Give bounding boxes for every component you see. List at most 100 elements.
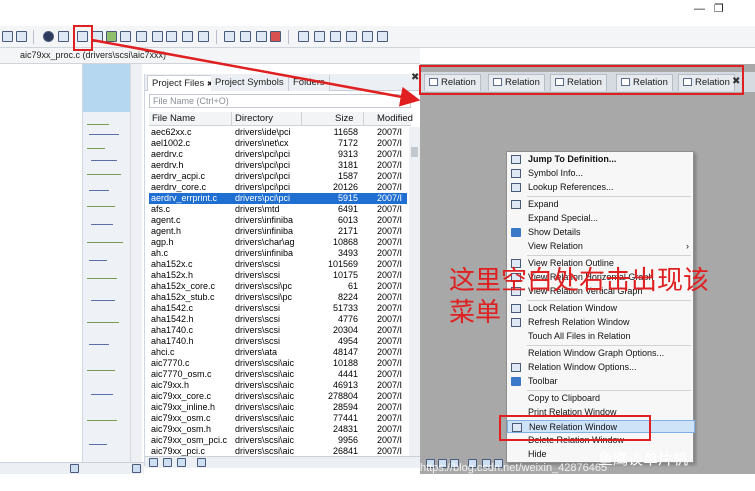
table-row[interactable]: aha152x.h drivers\scsi 10175 2007/I: [149, 270, 407, 281]
editor-pane[interactable]: [0, 64, 82, 466]
gear-icon[interactable]: [197, 458, 206, 467]
symbol-window-icon[interactable]: [58, 31, 69, 42]
editor-scrollbar[interactable]: [130, 64, 142, 466]
table-row[interactable]: aerdrv_acpi.c drivers\pci\pci 1587 2007/I: [149, 171, 407, 182]
scrollbar-thumb[interactable]: [411, 147, 418, 157]
table-row[interactable]: aic79xx_core.c drivers\scsi\aic 278804 2007…: [149, 391, 407, 402]
menu-item-symbol-info[interactable]: Symbol Info...: [507, 167, 695, 180]
table-row[interactable]: aerdrv_core.c drivers\pci\pci 20126 2007/I: [149, 182, 407, 193]
table-row[interactable]: aha1542.c drivers\scsi 51733 2007/I: [149, 303, 407, 314]
settings-icon[interactable]: [149, 458, 158, 467]
overview-thumbnail[interactable]: [82, 64, 130, 466]
directory-cell: drivers\pci\pci: [235, 182, 291, 192]
indent-icon[interactable]: [224, 31, 235, 42]
table-row[interactable]: aha152x_core.c drivers\scsi\pc 61 2007/I: [149, 281, 407, 292]
table-row[interactable]: aha152x.c drivers\scsi 101569 2007/I: [149, 259, 407, 270]
overview-viewport[interactable]: [83, 64, 130, 112]
menu-item-lookup-references[interactable]: Lookup References...: [507, 181, 695, 194]
file-tab[interactable]: aic79xx_proc.c (drivers\scsi\aic7xxx): [20, 50, 166, 60]
table-row[interactable]: afs.c drivers\mtd 6491 2007/I: [149, 204, 407, 215]
layout-icon[interactable]: [152, 31, 163, 42]
align-c-icon[interactable]: [330, 31, 341, 42]
table-row[interactable]: aha1740.h drivers\scsi 4954 2007/I: [149, 336, 407, 347]
table-row[interactable]: aic7770_osm.c drivers\scsi\aic 4441 2007/I: [149, 369, 407, 380]
tab-project-symbols[interactable]: Project Symbols: [211, 75, 289, 91]
minimize-button[interactable]: —: [694, 2, 705, 16]
menu-item-expand[interactable]: Expand: [507, 198, 695, 211]
delete-icon[interactable]: [270, 31, 281, 42]
menu-item-label: Show Details: [528, 227, 581, 237]
folder-icon[interactable]: [177, 458, 186, 467]
table-row[interactable]: aha152x_stub.c drivers\scsi\pc 8224 2007/I: [149, 292, 407, 303]
modified-cell: 2007/I: [377, 171, 403, 181]
outdent-icon[interactable]: [240, 31, 251, 42]
file-list-scrollbar[interactable]: [409, 127, 420, 457]
refresh-icon[interactable]: [163, 458, 172, 467]
table-row[interactable]: ah.c drivers\infiniba 3493 2007/I: [149, 248, 407, 259]
table-row[interactable]: agent.c drivers\infiniba 6013 2007/I: [149, 215, 407, 226]
table-row[interactable]: aic79xx_osm.c drivers\scsi\aic 77441 2007/I: [149, 413, 407, 424]
column-file-name[interactable]: File Name: [152, 113, 195, 124]
menu-item-expand-special[interactable]: Expand Special...: [507, 212, 695, 225]
annotation-text: 这里空白处右击出现该菜单: [449, 266, 710, 328]
menu-item-view-relation[interactable]: View Relation ›: [507, 240, 695, 253]
tab-folders[interactable]: Folders: [289, 75, 330, 91]
align-f-icon[interactable]: [377, 31, 388, 42]
window-list-icon[interactable]: [2, 31, 13, 42]
next-icon[interactable]: [132, 464, 141, 473]
table-row[interactable]: aic79xx_osm_pci.c drivers\scsi\aic 9956 200…: [149, 435, 407, 446]
directory-cell: drivers\scsi: [235, 259, 281, 269]
table-row[interactable]: aic79xx_osm.h drivers\scsi\aic 24831 2007/I: [149, 424, 407, 435]
tab-project-files[interactable]: Project Files ✖: [147, 75, 218, 91]
search-results-icon[interactable]: [182, 31, 193, 42]
table-row[interactable]: ahci.c drivers\ata 48147 2007/I: [149, 347, 407, 358]
grid-icon[interactable]: [70, 464, 79, 473]
menu-item-jump-to-definition[interactable]: Jump To Definition...: [507, 153, 695, 166]
directory-cell: drivers\scsi: [235, 270, 281, 280]
browse-icon[interactable]: [106, 31, 117, 42]
menu-item-toolbar[interactable]: Toolbar: [507, 375, 695, 388]
table-row[interactable]: aha1542.h drivers\scsi 4776 2007/I: [149, 314, 407, 325]
table-row[interactable]: ael1002.c drivers\net\cx 7172 2007/I: [149, 138, 407, 149]
project-bottom-bar: [145, 456, 421, 468]
modified-cell: 2007/I: [377, 402, 403, 412]
window-tile-icon[interactable]: [16, 31, 27, 42]
project-icon[interactable]: [43, 31, 54, 42]
clip-window-icon[interactable]: [120, 31, 131, 42]
menu-item-copy-to-clipboard[interactable]: Copy to Clipboard: [507, 392, 695, 405]
table-row[interactable]: aerdrv.c drivers\pci\pci 9313 2007/I: [149, 149, 407, 160]
menu-item-touch-all-files-in-relation[interactable]: Touch All Files in Relation: [507, 330, 695, 343]
align-b-icon[interactable]: [314, 31, 325, 42]
table-row[interactable]: aic79xx_inline.h drivers\scsi\aic 28594 200…: [149, 402, 407, 413]
menu-item-relation-window-options[interactable]: Relation Window Options...: [507, 361, 695, 374]
menu-item-label: Relation Window Graph Options...: [528, 348, 665, 358]
column-size[interactable]: Size: [335, 113, 353, 124]
grid-icon[interactable]: [198, 31, 209, 42]
table-row[interactable]: aic7770.c drivers\scsi\aic 10188 2007/I: [149, 358, 407, 369]
directory-cell: drivers\infiniba: [235, 248, 294, 258]
menu-item-show-details[interactable]: Show Details: [507, 226, 695, 239]
file-name-filter-input[interactable]: File Name (Ctrl+O): [149, 94, 411, 108]
table-row[interactable]: aha1740.c drivers\scsi 20304 2007/I: [149, 325, 407, 336]
column-modified[interactable]: Modified: [377, 113, 413, 124]
table-row[interactable]: aec62xx.c drivers\ide\pci 11658 2007/I: [149, 127, 407, 138]
align-d-icon[interactable]: [346, 31, 357, 42]
align-e-icon[interactable]: [362, 31, 373, 42]
modified-cell: 2007/I: [377, 127, 403, 137]
watermark: https://blog.csdn.net/weixin_42876465: [420, 462, 608, 474]
tools-icon[interactable]: [166, 31, 177, 42]
align-a-icon[interactable]: [298, 31, 309, 42]
table-row[interactable]: aerdrv_errprint.c drivers\pci\pci 5915 2007…: [149, 193, 407, 204]
column-directory[interactable]: Directory: [235, 113, 273, 124]
file-name-cell: ahci.c: [151, 347, 175, 357]
menu-item-label: Touch All Files in Relation: [528, 331, 631, 341]
table-row[interactable]: aerdrv.h drivers\pci\pci 3181 2007/I: [149, 160, 407, 171]
table-row[interactable]: agent.h drivers\infiniba 2171 2007/I: [149, 226, 407, 237]
restore-button[interactable]: ❐: [714, 2, 724, 16]
document-icon[interactable]: [136, 31, 147, 42]
context-window-icon[interactable]: [92, 31, 103, 42]
menu-item-relation-window-graph-options[interactable]: Relation Window Graph Options...: [507, 347, 695, 360]
table-row[interactable]: aic79xx.h drivers\scsi\aic 46913 2007/I: [149, 380, 407, 391]
table-row[interactable]: agp.h drivers\char\ag 10868 2007/I: [149, 237, 407, 248]
list-icon[interactable]: [256, 31, 267, 42]
